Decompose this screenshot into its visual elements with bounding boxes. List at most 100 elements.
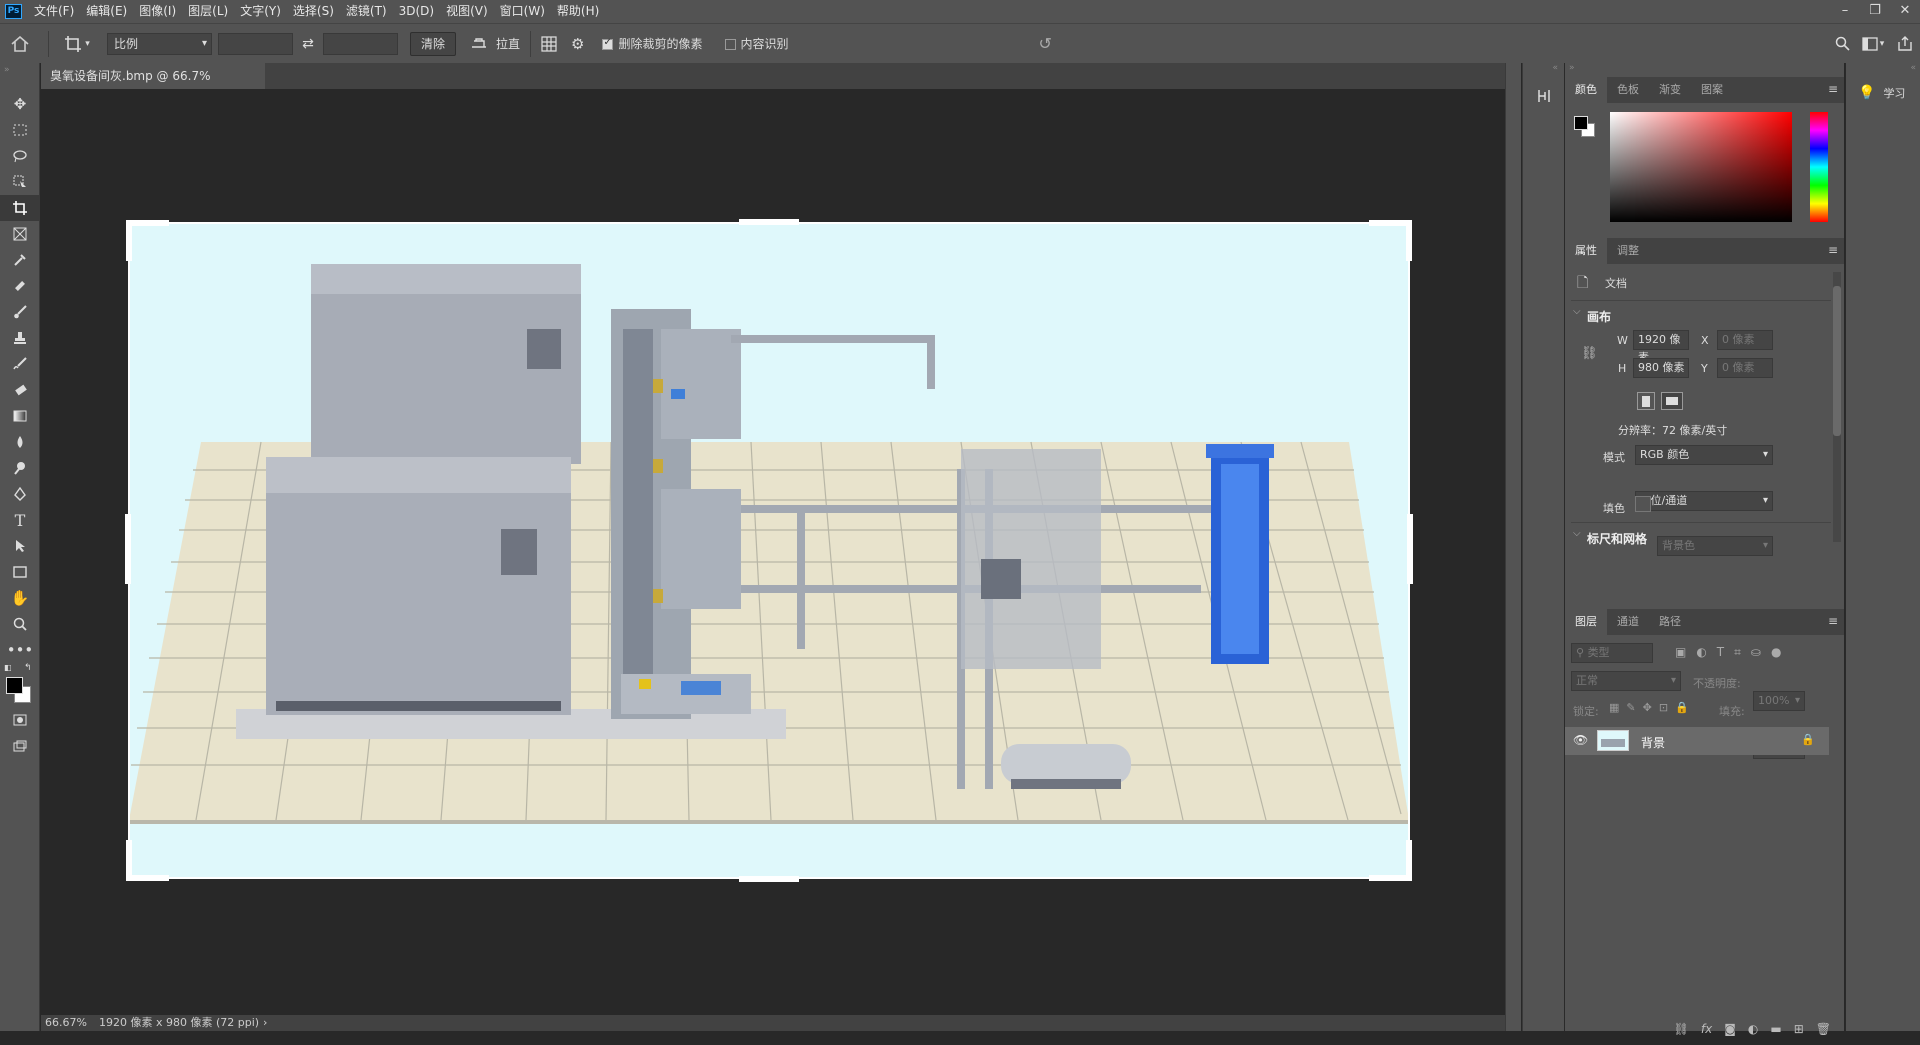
eyedropper-tool-icon[interactable] [0, 247, 40, 273]
marquee-tool-icon[interactable] [0, 117, 40, 143]
collapse-learn-icon[interactable]: « [1846, 63, 1920, 77]
adjustment-layer-icon[interactable]: ◐ [1748, 1022, 1758, 1036]
menu-select[interactable]: 选择(S) [287, 0, 340, 23]
home-icon[interactable] [0, 24, 40, 64]
hue-slider[interactable] [1810, 112, 1828, 222]
close-icon[interactable]: ✕ [1890, 0, 1920, 23]
photoshop-logo[interactable]: Ps [5, 4, 22, 19]
tab-properties[interactable]: 属性 [1565, 238, 1607, 264]
gradient-tool-icon[interactable] [0, 403, 40, 429]
zoom-tool-icon[interactable] [0, 611, 40, 637]
content-aware-checkbox[interactable]: 内容识别 [724, 35, 789, 52]
minimize-icon[interactable]: – [1830, 0, 1860, 23]
canvas-x-field[interactable]: 0 像素 [1717, 330, 1773, 350]
reset-crop-icon[interactable]: ↺ [1039, 34, 1052, 53]
opacity-field[interactable]: 100% [1753, 691, 1805, 711]
delete-cropped-checkbox[interactable]: 删除裁剪的像素 [602, 35, 703, 52]
color-panel-menu-icon[interactable]: ≡ [1828, 82, 1838, 96]
canvas-y-field[interactable]: 0 像素 [1717, 358, 1773, 378]
panel-foreground-swatch[interactable] [1574, 116, 1588, 130]
tab-layers[interactable]: 图层 [1565, 609, 1607, 635]
collapse-panels-icon[interactable]: » [1565, 63, 1844, 77]
lasso-tool-icon[interactable] [0, 143, 40, 169]
share-icon[interactable] [1890, 36, 1920, 51]
frame-tool-icon[interactable] [0, 221, 40, 247]
rulers-section-toggle-icon[interactable]: ⌵ [1573, 528, 1581, 539]
ratio-select[interactable]: 比例 [107, 32, 212, 55]
fill-color-swatch[interactable] [1635, 496, 1651, 512]
clear-button[interactable]: 清除 [410, 31, 457, 56]
tab-channels[interactable]: 通道 [1607, 609, 1649, 635]
more-tools-icon[interactable]: ••• [0, 637, 40, 663]
blend-mode-select[interactable]: 正常 [1571, 671, 1681, 691]
search-icon[interactable] [1828, 36, 1856, 51]
menu-help[interactable]: 帮助(H) [551, 0, 605, 23]
delete-layer-icon[interactable]: 🗑 [1816, 1022, 1831, 1036]
menu-3d[interactable]: 3D(D) [393, 0, 440, 23]
path-selection-tool-icon[interactable] [0, 533, 40, 559]
ratio-height-field[interactable] [323, 32, 398, 55]
tab-adjustments[interactable]: 调整 [1607, 238, 1649, 264]
brush-tool-icon[interactable] [0, 299, 40, 325]
crop-tool-preset-icon[interactable]: ▾ [57, 35, 97, 53]
swap-colors-icon[interactable]: ↰ [24, 663, 32, 673]
link-layers-icon[interactable]: ⛓ [1674, 1022, 1689, 1036]
menu-file[interactable]: 文件(F) [28, 0, 80, 23]
default-colors-icon[interactable]: ◧ [4, 663, 12, 672]
collapse-left-icon[interactable]: « [1523, 63, 1564, 81]
link-proportions-icon[interactable]: ⛓ [1581, 346, 1598, 361]
canvas-section-title[interactable]: 画布 [1587, 308, 1611, 325]
restore-icon[interactable]: ❐ [1860, 0, 1890, 23]
canvas-height-field[interactable]: 980 像素 [1633, 358, 1689, 378]
panel-divider[interactable] [1505, 63, 1521, 1031]
type-tool-icon[interactable]: T [0, 507, 40, 533]
layer-name[interactable]: 背景 [1641, 734, 1665, 751]
rulers-grid-section-title[interactable]: 标尺和网格 [1587, 530, 1647, 547]
quick-mask-icon[interactable] [0, 707, 40, 733]
status-more-icon[interactable]: › [263, 1015, 267, 1031]
document-tab[interactable]: 臭氧设备间灰.bmp @ 66.7%(RGB/8) × [41, 63, 265, 109]
screen-mode-icon[interactable] [0, 733, 40, 759]
menu-edit[interactable]: 编辑(E) [80, 0, 133, 23]
add-mask-icon[interactable]: ◙ [1724, 1022, 1736, 1036]
collapse-toolbar-icon[interactable]: » [0, 63, 39, 91]
tab-paths[interactable]: 路径 [1649, 609, 1691, 635]
lock-options-icons[interactable]: ▦✎✥⊡🔒 [1609, 701, 1696, 714]
canvas-area[interactable] [41, 89, 1505, 1015]
ratio-width-field[interactable] [218, 32, 293, 55]
tab-gradients[interactable]: 渐变 [1649, 77, 1691, 103]
swap-icon[interactable]: ⇄ [293, 36, 323, 52]
learn-button[interactable]: 💡 学习 [1846, 77, 1920, 101]
move-tool-icon[interactable]: ✥ [0, 91, 40, 117]
landscape-orientation-icon[interactable] [1661, 392, 1683, 410]
menu-filter[interactable]: 滤镜(T) [340, 0, 393, 23]
layer-row-background[interactable]: 👁 背景 🔒 [1565, 727, 1829, 755]
properties-menu-icon[interactable]: ≡ [1828, 243, 1838, 257]
fill-select[interactable]: 背景色 [1657, 536, 1773, 556]
foreground-color-swatch[interactable] [6, 677, 23, 694]
object-select-tool-icon[interactable] [0, 169, 40, 195]
tab-color[interactable]: 颜色 [1565, 77, 1607, 103]
menu-image[interactable]: 图像(I) [133, 0, 182, 23]
tab-swatches[interactable]: 色板 [1607, 77, 1649, 103]
menu-window[interactable]: 窗口(W) [494, 0, 551, 23]
history-brush-tool-icon[interactable] [0, 351, 40, 377]
bit-depth-select[interactable]: 8 位/通道 [1635, 491, 1773, 511]
new-layer-icon[interactable]: ⊞ [1794, 1022, 1804, 1036]
menu-type[interactable]: 文字(Y) [234, 0, 287, 23]
layer-visibility-eye-icon[interactable]: 👁 [1573, 733, 1588, 747]
layer-filter-icons[interactable]: ▣◐T⌗⛀● [1675, 645, 1791, 660]
hand-tool-icon[interactable]: ✋ [0, 585, 40, 611]
settings-gear-icon[interactable]: ⚙ [571, 35, 584, 53]
eraser-tool-icon[interactable] [0, 377, 40, 403]
menu-layer[interactable]: 图层(L) [182, 0, 234, 23]
blur-tool-icon[interactable] [0, 429, 40, 455]
layer-filter-select[interactable]: ⚲ 类型 [1571, 643, 1653, 663]
workspace-icon[interactable]: ▾ [1856, 36, 1890, 51]
document-canvas[interactable] [41, 89, 1505, 1015]
healing-brush-tool-icon[interactable] [0, 273, 40, 299]
color-mode-select[interactable]: RGB 颜色 [1635, 445, 1773, 465]
layer-style-fx-icon[interactable]: fx [1701, 1022, 1712, 1036]
color-field[interactable] [1610, 112, 1792, 222]
crop-tool-icon[interactable] [0, 195, 40, 221]
